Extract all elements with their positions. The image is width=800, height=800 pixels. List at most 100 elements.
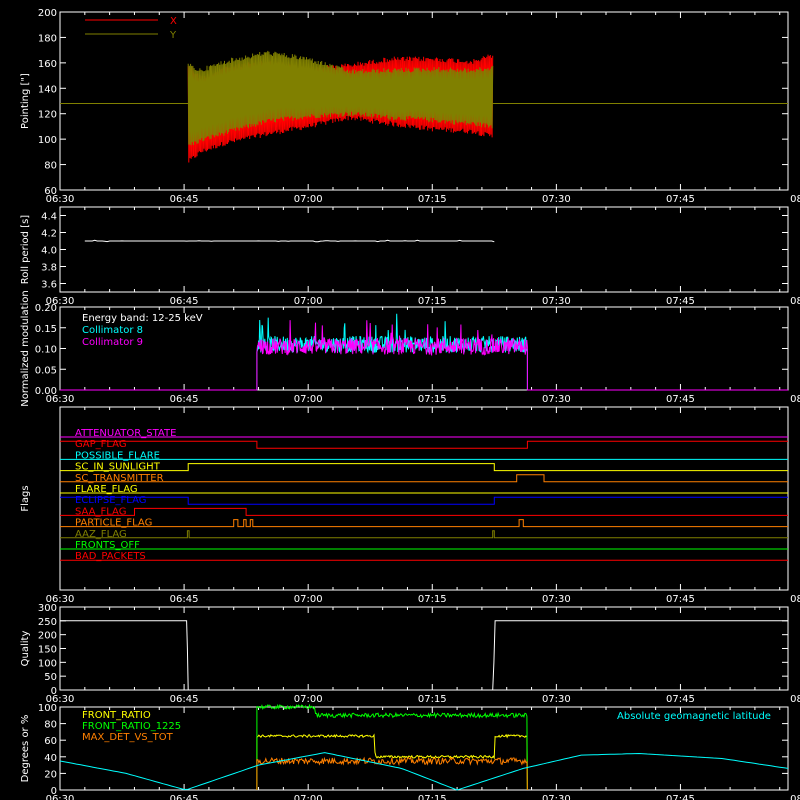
xtick-label-2-6: 08:00 — [790, 394, 800, 405]
xtick-label-0-4: 07:30 — [542, 194, 571, 205]
xtick-label-4-1: 06:45 — [170, 694, 199, 705]
xtick-label-2-5: 07:45 — [666, 394, 695, 405]
xtick-label-1-4: 07:30 — [542, 296, 571, 307]
ytick-label-2-1: 0.05 — [35, 365, 57, 376]
xtick-label-0-6: 08:00 — [790, 194, 800, 205]
flag-particle-flag — [60, 519, 788, 528]
panel-frame-4 — [59, 606, 789, 691]
flag-label-10: FRONTS_OFF — [75, 540, 140, 551]
ytick-label-5-2: 40 — [44, 753, 57, 764]
ytick-label-2-0: 0.00 — [35, 386, 57, 397]
ylabel-3: Flags — [20, 485, 31, 511]
energy-band-annotation: Energy band: 12-25 keV — [82, 313, 203, 324]
xtick-label-4-6: 08:00 — [790, 694, 800, 705]
xtick-label-2-1: 06:45 — [170, 394, 199, 405]
ytick-label-0-6: 180 — [38, 33, 57, 44]
xtick-label-2-4: 07:30 — [542, 394, 571, 405]
xtick-label-1-3: 07:15 — [418, 296, 447, 307]
series-collimator-8 — [60, 313, 788, 391]
ylabel-5: Degrees or % — [20, 715, 31, 783]
flag-label-9: AAZ_FLAG — [75, 529, 127, 540]
flag-saa-flag — [60, 507, 788, 516]
flag-label-5: FLARE_FLAG — [75, 484, 138, 495]
series-front-ratio-1225 — [256, 703, 528, 791]
xtick-label-1-6: 08:00 — [790, 296, 800, 307]
ytick-label-4-3: 150 — [38, 645, 57, 656]
ytick-label-0-0: 60 — [44, 186, 57, 197]
legend-label-0: Collimator 8 — [82, 325, 143, 336]
ytick-label-5-4: 80 — [44, 720, 57, 731]
ytick-label-4-4: 200 — [38, 631, 57, 642]
ytick-label-2-4: 0.20 — [35, 303, 57, 314]
ytick-label-5-3: 60 — [44, 736, 57, 747]
xtick-label-3-5: 07:45 — [666, 594, 695, 605]
ytick-label-5-1: 20 — [44, 769, 57, 780]
flag-gap-flag — [60, 440, 788, 449]
xtick-label-0-5: 07:45 — [666, 194, 695, 205]
flag-label-8: PARTICLE_FLAG — [75, 518, 152, 529]
ytick-label-4-6: 300 — [38, 603, 57, 614]
flag-label-7: SAA_FLAG — [75, 506, 126, 517]
xtick-label-3-1: 06:45 — [170, 594, 199, 605]
flag-label-4: SC_TRANSMITTER — [75, 473, 164, 484]
xtick-label-4-5: 07:45 — [666, 694, 695, 705]
ytick-label-0-3: 120 — [38, 110, 57, 121]
xtick-label-2-3: 07:15 — [418, 394, 447, 405]
series-max-det-vs-tot — [256, 755, 528, 791]
ytick-label-0-5: 160 — [38, 59, 57, 70]
ytick-label-0-4: 140 — [38, 84, 57, 95]
xtick-label-5-5: 07:45 — [666, 794, 695, 800]
flag-label-3: SC_IN_SUNLIGHT — [75, 462, 161, 473]
ytick-label-4-1: 50 — [44, 672, 57, 683]
xtick-label-4-2: 07:00 — [294, 694, 323, 705]
ylabel-2: Normalized modulation — [20, 290, 31, 407]
flag-sc-transmitter — [60, 474, 788, 483]
ytick-label-0-1: 80 — [44, 161, 57, 172]
ytick-label-1-1: 3.8 — [41, 263, 57, 274]
flag-label-2: POSSIBLE_FLARE — [75, 450, 160, 461]
panel-frame-1 — [59, 206, 789, 293]
ytick-label-1-3: 4.2 — [41, 229, 57, 240]
series-collimator-9 — [60, 320, 788, 391]
ytick-label-4-5: 250 — [38, 617, 57, 628]
legend-label-deg-0: FRONT_RATIO — [82, 710, 151, 721]
xtick-label-5-2: 07:00 — [294, 794, 323, 800]
ytick-label-1-2: 4.0 — [41, 246, 57, 257]
ylabel-1: Roll period [s] — [20, 215, 31, 284]
flag-sc-in-sunlight — [60, 463, 788, 472]
legend-label-deg-1: FRONT_RATIO_1225 — [82, 721, 181, 732]
ytick-label-5-0: 0 — [51, 786, 57, 797]
ytick-label-0-7: 200 — [38, 8, 57, 19]
xtick-label-4-4: 07:30 — [542, 694, 571, 705]
ytick-label-2-2: 0.10 — [35, 345, 57, 356]
xtick-label-0-1: 06:45 — [170, 194, 199, 205]
legend-label-X: X — [170, 16, 177, 27]
ytick-label-1-4: 4.4 — [41, 212, 57, 223]
flag-label-1: GAP_FLAG — [75, 439, 127, 450]
geomagnetic-latitude-annotation: Absolute geomagnetic latitude — [617, 711, 771, 722]
xtick-label-5-6: 08:00 — [790, 794, 800, 800]
legend-label-deg-2: MAX_DET_VS_TOT — [82, 732, 174, 743]
ytick-label-0-2: 100 — [38, 135, 57, 146]
flag-eclipse-flag — [60, 496, 788, 505]
series-roll-period — [84, 239, 495, 243]
ylabel-4: Quality — [20, 631, 31, 667]
xtick-label-1-1: 06:45 — [170, 296, 199, 307]
ytick-label-1-0: 3.6 — [41, 280, 57, 291]
xtick-label-0-2: 07:00 — [294, 194, 323, 205]
ytick-label-5-5: 100 — [38, 703, 57, 714]
xtick-label-2-2: 07:00 — [294, 394, 323, 405]
xtick-label-1-5: 07:45 — [666, 296, 695, 307]
xtick-label-3-3: 07:15 — [418, 594, 447, 605]
legend-label-1: Collimator 9 — [82, 337, 143, 348]
xtick-label-0-3: 07:15 — [418, 194, 447, 205]
ylabel-0: Pointing ["] — [20, 73, 31, 129]
flag-label-6: ECLIPSE_FLAG — [75, 495, 146, 506]
xtick-label-3-4: 07:30 — [542, 594, 571, 605]
xtick-label-5-4: 07:30 — [542, 794, 571, 800]
xtick-label-5-3: 07:15 — [418, 794, 447, 800]
xtick-label-5-1: 06:45 — [170, 794, 199, 800]
flag-aaz-flag — [60, 530, 788, 539]
xtick-label-1-2: 07:00 — [294, 296, 323, 307]
flag-label-11: BAD_PACKETS — [75, 551, 146, 562]
